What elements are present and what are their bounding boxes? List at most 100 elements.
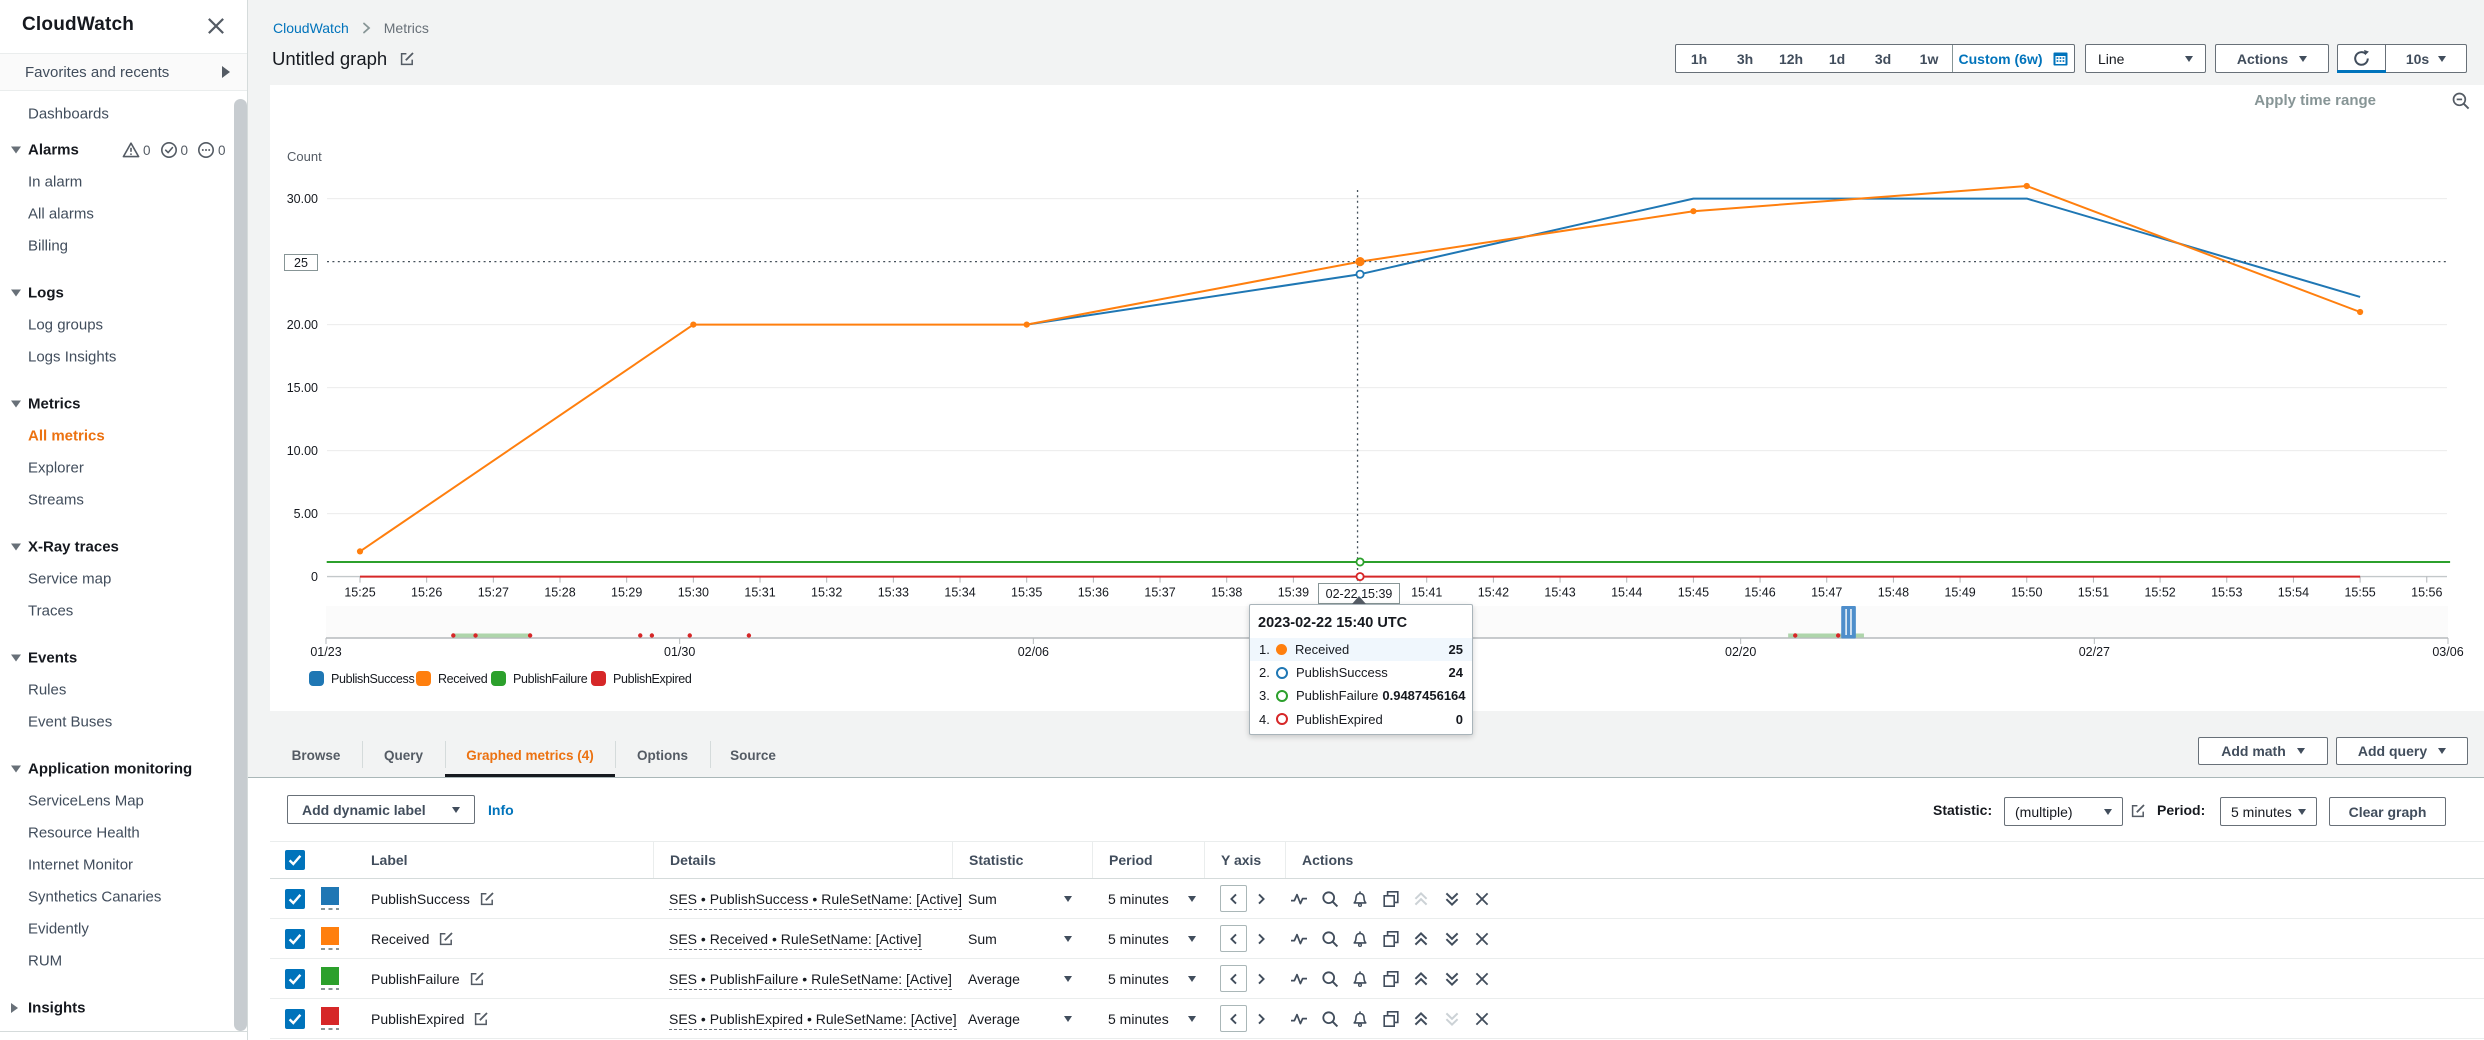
- move-down-icon[interactable]: [1443, 890, 1461, 908]
- move-up-icon[interactable]: [1412, 930, 1430, 948]
- add-dynamic-label-button[interactable]: Add dynamic label: [287, 795, 475, 824]
- breadcrumb-cloudwatch[interactable]: CloudWatch: [273, 20, 349, 36]
- metric-details-link[interactable]: SES • PublishExpired • RuleSetName: [Act…: [669, 1011, 957, 1030]
- chevron-right-icon[interactable]: [1254, 892, 1268, 906]
- duplicate-icon[interactable]: [1382, 1010, 1400, 1028]
- remove-icon[interactable]: [1473, 930, 1491, 948]
- edit-statistic-icon[interactable]: [2130, 803, 2146, 819]
- move-up-icon[interactable]: [1412, 1010, 1430, 1028]
- sidebar-item-service-map[interactable]: Service map: [28, 571, 111, 588]
- sidebar-item-traces[interactable]: Traces: [28, 603, 73, 620]
- sidebar-item-servicelens-map[interactable]: ServiceLens Map: [28, 793, 144, 810]
- tab-browse[interactable]: Browse: [270, 735, 362, 775]
- bell-icon[interactable]: [1351, 1010, 1369, 1028]
- actions-button[interactable]: Actions: [2215, 44, 2329, 73]
- period-dropdown[interactable]: 5 minutes: [1108, 931, 1196, 947]
- sidebar-item-in-alarm[interactable]: In alarm: [28, 174, 82, 191]
- section-expand-icon[interactable]: [11, 1003, 18, 1013]
- legend-item[interactable]: PublishSuccess: [309, 671, 414, 686]
- period-dropdown[interactable]: 5 minutes: [1108, 891, 1196, 907]
- ellipsis-circle-icon[interactable]: [197, 141, 215, 159]
- y-axis-left-button[interactable]: [1220, 965, 1247, 992]
- alarm-count-inalarm[interactable]: 0: [143, 143, 151, 158]
- bell-icon[interactable]: [1351, 970, 1369, 988]
- close-sidebar-icon[interactable]: [205, 15, 227, 37]
- sidebar-section-application-monitoring[interactable]: Application monitoring: [28, 761, 192, 778]
- sidebar-section-logs[interactable]: Logs: [28, 285, 64, 302]
- section-collapse-icon[interactable]: [11, 655, 21, 662]
- statistic-select[interactable]: (multiple): [2004, 797, 2123, 826]
- select-all-checkbox[interactable]: [285, 850, 305, 870]
- bell-icon[interactable]: [1351, 890, 1369, 908]
- sidebar-item-event-buses[interactable]: Event Buses: [28, 714, 112, 731]
- tab-options[interactable]: Options: [615, 735, 710, 775]
- legend-item[interactable]: PublishExpired: [591, 671, 691, 686]
- range-12h-button[interactable]: 12h: [1768, 45, 1814, 72]
- sidebar-item-evidently[interactable]: Evidently: [28, 921, 89, 938]
- sidebar-section-metrics[interactable]: Metrics: [28, 396, 81, 413]
- search-icon[interactable]: [1321, 930, 1339, 948]
- legend-item[interactable]: Received: [416, 671, 487, 686]
- edit-label-icon[interactable]: [479, 891, 495, 907]
- search-icon[interactable]: [1321, 970, 1339, 988]
- sidebar-item-rules[interactable]: Rules: [28, 682, 66, 699]
- move-down-icon[interactable]: [1443, 970, 1461, 988]
- move-up-icon[interactable]: [1412, 970, 1430, 988]
- chevron-right-icon[interactable]: [1254, 1012, 1268, 1026]
- range-1d-button[interactable]: 1d: [1814, 45, 1860, 72]
- add-math-button[interactable]: Add math: [2198, 737, 2328, 765]
- range-3d-button[interactable]: 3d: [1860, 45, 1906, 72]
- section-collapse-icon[interactable]: [11, 290, 21, 297]
- range-1w-button[interactable]: 1w: [1906, 45, 1952, 72]
- section-collapse-icon[interactable]: [11, 544, 21, 551]
- sidebar-section-events[interactable]: Events: [28, 650, 77, 667]
- search-icon[interactable]: [1321, 890, 1339, 908]
- sidebar-item-explorer[interactable]: Explorer: [28, 460, 84, 477]
- duplicate-icon[interactable]: [1382, 930, 1400, 948]
- sidebar-section-insights[interactable]: Insights: [28, 1000, 86, 1017]
- duplicate-icon[interactable]: [1382, 890, 1400, 908]
- move-down-icon[interactable]: [1443, 930, 1461, 948]
- chart-type-select[interactable]: Line: [2085, 44, 2206, 73]
- bell-icon[interactable]: [1351, 930, 1369, 948]
- remove-icon[interactable]: [1473, 970, 1491, 988]
- range-custom-button[interactable]: Custom (6w): [1952, 45, 2074, 72]
- color-picker-button[interactable]: [321, 1007, 339, 1030]
- range-3h-button[interactable]: 3h: [1722, 45, 1768, 72]
- sidebar-item-log-groups[interactable]: Log groups: [28, 317, 103, 334]
- alarm-count-ok[interactable]: 0: [181, 143, 189, 158]
- color-picker-button[interactable]: [321, 887, 339, 910]
- sidebar-item-internet-monitor[interactable]: Internet Monitor: [28, 857, 133, 874]
- section-collapse-icon[interactable]: [11, 147, 21, 154]
- statistic-dropdown[interactable]: Sum: [968, 891, 1072, 907]
- refresh-button[interactable]: [2338, 45, 2386, 72]
- sidebar-item-synthetics-canaries[interactable]: Synthetics Canaries: [28, 889, 161, 906]
- search-icon[interactable]: [1321, 1010, 1339, 1028]
- pulse-icon[interactable]: [1290, 890, 1308, 908]
- alarm-count-insufficient[interactable]: 0: [218, 143, 226, 158]
- y-axis-left-button[interactable]: [1220, 1005, 1247, 1032]
- edit-label-icon[interactable]: [469, 971, 485, 987]
- sidebar-section-alarms[interactable]: Alarms: [28, 142, 79, 159]
- tab-graphed-metrics[interactable]: Graphed metrics (4): [445, 735, 615, 775]
- row-checkbox[interactable]: [285, 889, 305, 909]
- pulse-icon[interactable]: [1290, 930, 1308, 948]
- color-picker-button[interactable]: [321, 967, 339, 990]
- metric-details-link[interactable]: SES • Received • RuleSetName: [Active]: [669, 931, 922, 950]
- statistic-dropdown[interactable]: Sum: [968, 931, 1072, 947]
- sidebar-item-dashboards[interactable]: Dashboards: [28, 106, 109, 123]
- statistic-dropdown[interactable]: Average: [968, 971, 1072, 987]
- edit-label-icon[interactable]: [473, 1011, 489, 1027]
- period-dropdown[interactable]: 5 minutes: [1108, 971, 1196, 987]
- info-link[interactable]: Info: [488, 802, 514, 818]
- remove-icon[interactable]: [1473, 1010, 1491, 1028]
- color-picker-button[interactable]: [321, 927, 339, 950]
- sidebar-item-resource-health[interactable]: Resource Health: [28, 825, 140, 842]
- sidebar-item-all-metrics[interactable]: All metrics: [28, 428, 105, 445]
- tab-source[interactable]: Source: [710, 735, 796, 775]
- period-select[interactable]: 5 minutes: [2220, 797, 2317, 826]
- row-checkbox[interactable]: [285, 1009, 305, 1029]
- chevron-right-icon[interactable]: [1254, 972, 1268, 986]
- sidebar-section-xray-traces[interactable]: X-Ray traces: [28, 539, 119, 556]
- sidebar-item-rum[interactable]: RUM: [28, 953, 62, 970]
